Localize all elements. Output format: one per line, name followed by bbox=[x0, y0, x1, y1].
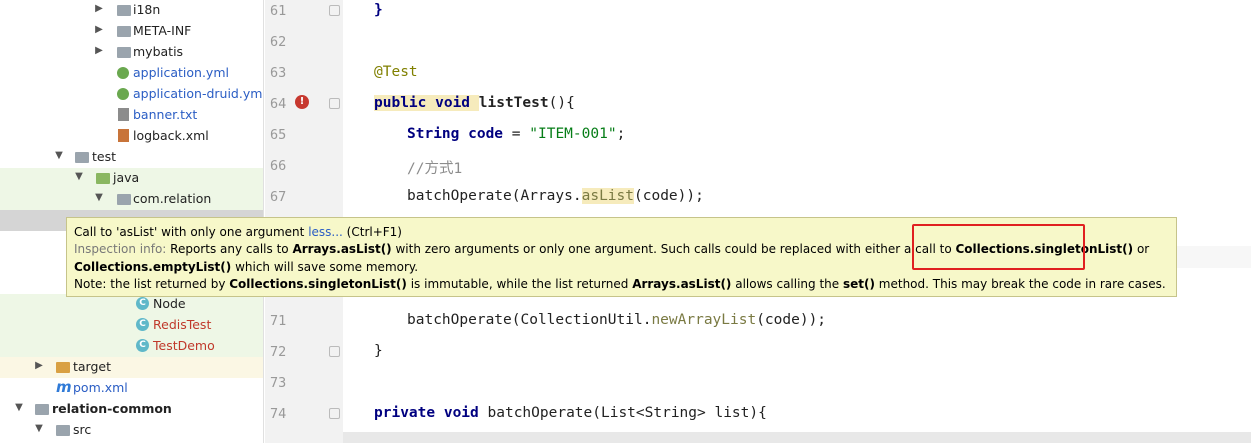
tree-item-com-relation[interactable]: ▼ com.relation bbox=[0, 189, 263, 210]
code-line-74: private void batchOperate(List<String> l… bbox=[374, 405, 767, 421]
tree-item-meta-inf[interactable]: ▶ META-INF bbox=[0, 21, 263, 42]
code-line-66: //方式1 bbox=[407, 161, 463, 177]
tree-item-application-druid-yml[interactable]: application-druid.yml bbox=[0, 84, 264, 105]
tree-item-label: RedisTest bbox=[153, 317, 212, 332]
class-icon: C bbox=[136, 318, 149, 331]
less-link[interactable]: less... bbox=[308, 225, 343, 239]
class-icon: C bbox=[136, 339, 149, 352]
code-line-67: batchOperate(Arrays.asList(code)); bbox=[407, 188, 704, 204]
line-number: 71 bbox=[270, 313, 287, 329]
line-number: 74 bbox=[270, 406, 287, 422]
fold-marker-icon[interactable] bbox=[329, 346, 340, 357]
tree-item-label: target bbox=[73, 359, 112, 374]
tree-item-label: src bbox=[73, 422, 92, 437]
line-number: 62 bbox=[270, 34, 287, 50]
tree-item-label: i18n bbox=[133, 2, 161, 17]
line-number: 73 bbox=[270, 375, 287, 391]
tree-item-src[interactable]: ▼ src bbox=[0, 420, 263, 441]
fold-marker-icon[interactable] bbox=[329, 408, 340, 419]
line-number: 72 bbox=[270, 344, 287, 360]
tree-item-application-yml[interactable]: application.yml bbox=[0, 63, 263, 84]
chevron-right-icon[interactable]: ▶ bbox=[94, 24, 104, 35]
folder-icon bbox=[56, 425, 70, 436]
test-source-folder-icon bbox=[96, 173, 110, 184]
folder-icon bbox=[117, 47, 131, 58]
folder-icon bbox=[75, 152, 89, 163]
code-line-65: String code = "ITEM-001"; bbox=[407, 126, 626, 142]
tree-item-node[interactable]: C Node bbox=[0, 294, 263, 315]
line-number: 66 bbox=[270, 158, 287, 174]
tree-item-java[interactable]: ▼ java bbox=[0, 168, 263, 189]
tree-item-pom-xml[interactable]: m pom.xml bbox=[0, 378, 263, 399]
chevron-right-icon[interactable]: ▶ bbox=[34, 360, 44, 371]
tree-item-label: TestDemo bbox=[153, 338, 215, 353]
fold-marker-icon[interactable] bbox=[329, 98, 340, 109]
maven-icon: m bbox=[56, 378, 72, 396]
code-line-61: } bbox=[374, 2, 383, 18]
tree-item-testdemo[interactable]: C TestDemo bbox=[0, 336, 263, 357]
line-number: 65 bbox=[270, 127, 287, 143]
tooltip-title: Call to 'asList' with only one argument … bbox=[74, 225, 402, 239]
tree-item-label: pom.xml bbox=[73, 380, 128, 395]
tree-item-label: banner.txt bbox=[133, 107, 198, 122]
tree-item-mybatis[interactable]: ▶ mybatis bbox=[0, 42, 263, 63]
line-number: 61 bbox=[270, 3, 287, 19]
code-line-72: } bbox=[374, 343, 383, 359]
tree-item-target[interactable]: ▶ target bbox=[0, 357, 263, 378]
chevron-down-icon[interactable]: ▼ bbox=[14, 402, 24, 413]
tree-item-label: mybatis bbox=[133, 44, 184, 59]
code-line-71: batchOperate(CollectionUtil.newArrayList… bbox=[407, 312, 827, 328]
xml-file-icon bbox=[118, 129, 129, 142]
chevron-right-icon[interactable]: ▶ bbox=[94, 45, 104, 56]
chevron-down-icon[interactable]: ▼ bbox=[94, 192, 104, 203]
tree-item-logback-xml[interactable]: logback.xml bbox=[0, 126, 263, 147]
tree-item-label: relation-common bbox=[52, 401, 172, 416]
tree-item-label: META-INF bbox=[133, 23, 192, 38]
tooltip-inspection-info-cont: Collections.emptyList() which will save … bbox=[74, 260, 419, 274]
module-icon bbox=[35, 404, 49, 415]
caret-line-highlight-bottom bbox=[343, 432, 1251, 443]
tree-item-label: application.yml bbox=[133, 65, 229, 80]
tree-item-label: com.relation bbox=[133, 191, 212, 206]
tree-item-relation-common[interactable]: ▼ relation-common bbox=[0, 399, 263, 420]
tree-item-label: application-druid.yml bbox=[133, 86, 264, 101]
fold-marker-icon[interactable] bbox=[329, 5, 340, 16]
line-number: 64 bbox=[270, 96, 287, 112]
tree-item-label: logback.xml bbox=[133, 128, 209, 143]
tree-item-label: java bbox=[113, 170, 140, 185]
chevron-down-icon[interactable]: ▼ bbox=[34, 423, 44, 434]
class-icon: C bbox=[136, 297, 149, 310]
excluded-folder-icon bbox=[56, 362, 70, 373]
code-line-64: public void listTest(){ bbox=[374, 95, 575, 111]
highlight-annotation-box bbox=[912, 224, 1085, 270]
tooltip-note: Note: the list returned by Collections.s… bbox=[74, 277, 1166, 291]
code-line-63: @Test bbox=[374, 64, 418, 80]
line-number: 63 bbox=[270, 65, 287, 81]
tree-item-label: test bbox=[92, 149, 117, 164]
folder-icon bbox=[117, 26, 131, 37]
tree-item-test[interactable]: ▼ test bbox=[0, 147, 263, 168]
spring-leaf-icon bbox=[117, 67, 129, 79]
tree-item-redistest[interactable]: C RedisTest bbox=[0, 315, 263, 336]
chevron-right-icon[interactable]: ▶ bbox=[94, 3, 104, 14]
tree-item-label: Node bbox=[153, 296, 186, 311]
line-number: 67 bbox=[270, 189, 287, 205]
chevron-down-icon[interactable]: ▼ bbox=[54, 150, 64, 161]
chevron-down-icon[interactable]: ▼ bbox=[74, 171, 84, 182]
package-icon bbox=[117, 194, 131, 205]
test-run-error-icon[interactable]: ! bbox=[295, 95, 309, 109]
spring-leaf-icon bbox=[117, 88, 129, 100]
tree-item-i18n[interactable]: ▶ i18n bbox=[0, 0, 263, 21]
folder-icon bbox=[117, 5, 131, 16]
text-file-icon bbox=[118, 108, 129, 121]
tree-item-banner-txt[interactable]: banner.txt bbox=[0, 105, 263, 126]
